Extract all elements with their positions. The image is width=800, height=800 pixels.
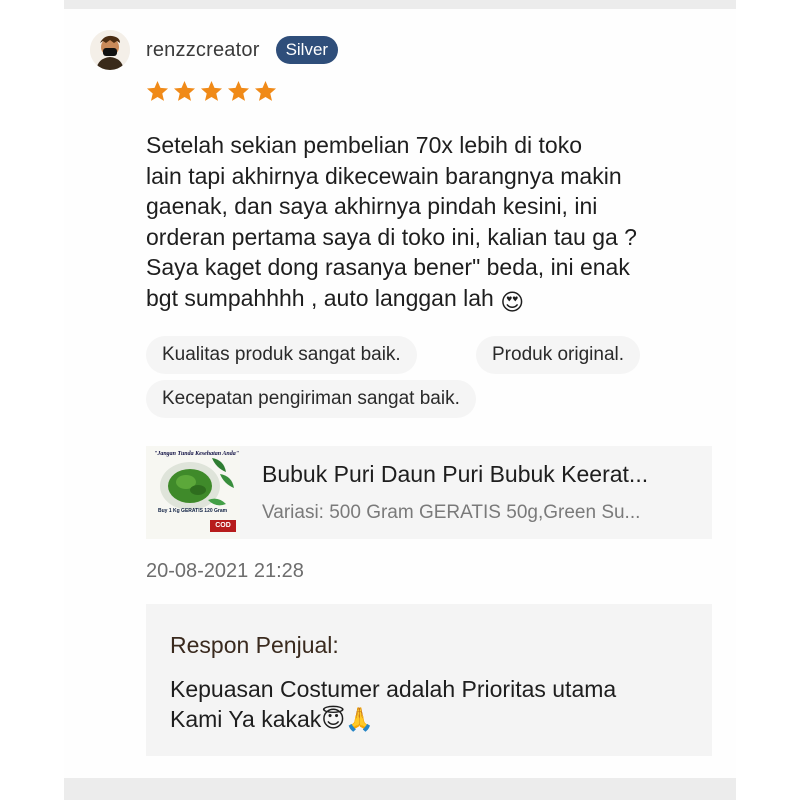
- review-body: Setelah sekian pembelian 70x lebih di to…: [146, 132, 637, 311]
- review-header: renzzcreator Silver: [90, 30, 339, 70]
- tag-chip: Produk original.: [476, 336, 641, 374]
- seller-response: Respon Penjual: Kepuasan Costumer adalah…: [146, 604, 712, 756]
- user-avatar[interactable]: [90, 30, 130, 70]
- review-text: Setelah sekian pembelian 70x lebih di to…: [146, 130, 706, 317]
- star-icon: [146, 80, 169, 101]
- review-timestamp: 20-08-2021 21:28: [146, 560, 304, 582]
- product-title[interactable]: Bubuk Puri Daun Puri Bubuk Keerat...: [262, 461, 702, 488]
- username[interactable]: renzzcreator: [146, 39, 260, 62]
- thumbnail-caption: "Jangan Tunda Kesehatan Anda": [154, 451, 240, 457]
- product-card[interactable]: "Jangan Tunda Kesehatan Anda" Buy 1 Kg G…: [146, 446, 712, 539]
- product-thumbnail[interactable]: "Jangan Tunda Kesehatan Anda" Buy 1 Kg G…: [146, 446, 240, 539]
- avatar-icon: [90, 30, 130, 70]
- thumbnail-promo: Buy 1 Kg GERATIS 120 Gram: [158, 508, 228, 514]
- star-rating: [146, 80, 277, 102]
- product-variant: Variasi: 500 Gram GERATIS 50g,Green Su..…: [262, 502, 641, 523]
- tag-chip: Kualitas produk sangat baik.: [146, 336, 417, 374]
- seller-response-text: Kepuasan Costumer adalah Prioritas utama…: [170, 676, 617, 732]
- star-icon: [173, 80, 196, 101]
- cod-badge: COD: [210, 520, 236, 532]
- member-badge: Silver: [275, 36, 339, 64]
- top-divider: [64, 0, 736, 9]
- star-icon: [200, 80, 223, 101]
- bottom-divider: [64, 778, 736, 800]
- product-info: Bubuk Puri Daun Puri Bubuk Keerat... Var…: [262, 461, 702, 524]
- heart-eyes-emoji: 😍: [500, 288, 525, 315]
- seller-response-label: Respon Penjual:: [170, 632, 339, 658]
- star-icon: [254, 80, 277, 101]
- tag-chip: Kecepatan pengiriman sangat baik.: [146, 380, 476, 418]
- star-icon: [227, 80, 250, 101]
